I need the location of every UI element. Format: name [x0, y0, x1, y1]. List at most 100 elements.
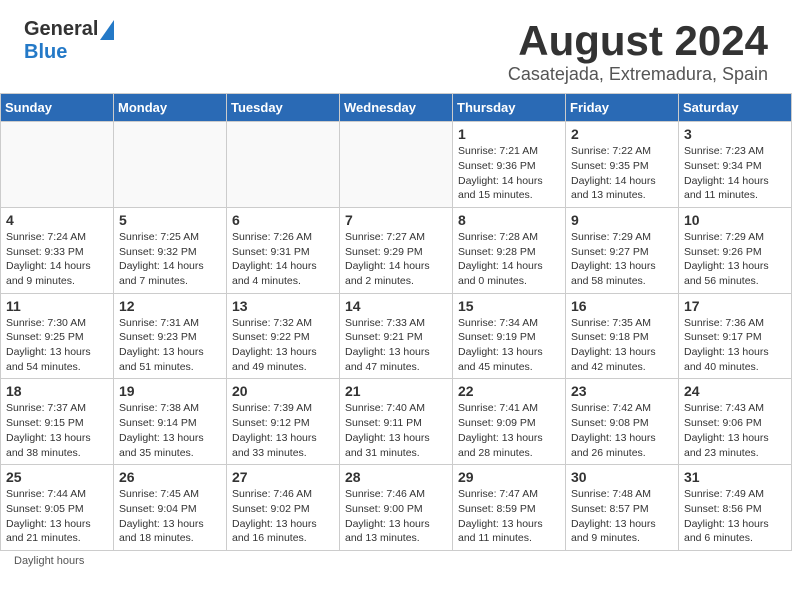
calendar-cell: 30 Sunrise: 7:48 AMSunset: 8:57 PMDayligh…: [566, 465, 679, 551]
day-detail: Sunrise: 7:23 AMSunset: 9:34 PMDaylight:…: [684, 144, 786, 203]
weekday-thursday: Thursday: [453, 94, 566, 122]
day-detail: Sunrise: 7:29 AMSunset: 9:27 PMDaylight:…: [571, 230, 673, 289]
calendar-cell: 4Sunrise: 7:24 AMSunset: 9:33 PMDaylight…: [1, 207, 114, 293]
day-number: 5: [119, 212, 221, 228]
calendar-cell: 26 Sunrise: 7:45 AMSunset: 9:04 PMDayligh…: [114, 465, 227, 551]
day-number: 31: [684, 469, 786, 485]
day-detail: Sunrise: 7:38 AMSunset: 9:14 PMDaylight:…: [119, 401, 221, 460]
calendar-cell: 25 Sunrise: 7:44 AMSunset: 9:05 PMDayligh…: [1, 465, 114, 551]
day-number: 25: [6, 469, 108, 485]
day-detail: Sunrise: 7:40 AMSunset: 9:11 PMDaylight:…: [345, 401, 447, 460]
day-number: 20: [232, 383, 334, 399]
day-number: 14: [345, 298, 447, 314]
calendar-cell: 17 Sunrise: 7:36 AMSunset: 9:17 PMDayligh…: [679, 293, 792, 379]
day-number: 13: [232, 298, 334, 314]
day-detail: Sunrise: 7:30 AMSunset: 9:25 PMDaylight:…: [6, 316, 108, 375]
week-row-4: 18 Sunrise: 7:37 AMSunset: 9:15 PMDayligh…: [1, 379, 792, 465]
logo-blue: Blue: [24, 41, 67, 63]
weekday-friday: Friday: [566, 94, 679, 122]
calendar-cell: 29 Sunrise: 7:47 AMSunset: 8:59 PMDayligh…: [453, 465, 566, 551]
day-number: 12: [119, 298, 221, 314]
calendar-cell: 1 Sunrise: 7:21 AMSunset: 9:36 PMDaylight…: [453, 122, 566, 208]
day-detail: Sunrise: 7:37 AMSunset: 9:15 PMDaylight:…: [6, 401, 108, 460]
day-detail: Sunrise: 7:31 AMSunset: 9:23 PMDaylight:…: [119, 316, 221, 375]
calendar-cell: 5Sunrise: 7:25 AMSunset: 9:32 PMDaylight…: [114, 207, 227, 293]
calendar-cell: [227, 122, 340, 208]
week-row-1: 1 Sunrise: 7:21 AMSunset: 9:36 PMDaylight…: [1, 122, 792, 208]
day-detail: Sunrise: 7:28 AMSunset: 9:28 PMDaylight:…: [458, 230, 560, 289]
page-header: General Blue August 2024 Casatejada, Ext…: [0, 0, 792, 93]
day-number: 17: [684, 298, 786, 314]
day-number: 4: [6, 212, 108, 228]
title-block: August 2024 Casatejada, Extremadura, Spa…: [508, 18, 768, 85]
calendar-cell: 2 Sunrise: 7:22 AMSunset: 9:35 PMDaylight…: [566, 122, 679, 208]
weekday-tuesday: Tuesday: [227, 94, 340, 122]
calendar-cell: 11 Sunrise: 7:30 AMSunset: 9:25 PMDayligh…: [1, 293, 114, 379]
day-number: 29: [458, 469, 560, 485]
day-number: 6: [232, 212, 334, 228]
calendar-cell: 24 Sunrise: 7:43 AMSunset: 9:06 PMDayligh…: [679, 379, 792, 465]
day-detail: Sunrise: 7:34 AMSunset: 9:19 PMDaylight:…: [458, 316, 560, 375]
day-number: 19: [119, 383, 221, 399]
calendar-cell: 3 Sunrise: 7:23 AMSunset: 9:34 PMDaylight…: [679, 122, 792, 208]
day-detail: Sunrise: 7:27 AMSunset: 9:29 PMDaylight:…: [345, 230, 447, 289]
day-number: 9: [571, 212, 673, 228]
calendar-cell: 27Sunrise: 7:46 AMSunset: 9:02 PMDayligh…: [227, 465, 340, 551]
day-detail: Sunrise: 7:43 AMSunset: 9:06 PMDaylight:…: [684, 401, 786, 460]
logo-general: General: [24, 18, 98, 41]
day-number: 26: [119, 469, 221, 485]
day-number: 18: [6, 383, 108, 399]
day-detail: Sunrise: 7:48 AMSunset: 8:57 PMDaylight:…: [571, 487, 673, 546]
calendar-cell: 6 Sunrise: 7:26 AMSunset: 9:31 PMDaylight…: [227, 207, 340, 293]
calendar-cell: 7Sunrise: 7:27 AMSunset: 9:29 PMDaylight…: [340, 207, 453, 293]
day-number: 30: [571, 469, 673, 485]
calendar-cell: [114, 122, 227, 208]
day-number: 2: [571, 126, 673, 142]
day-detail: Sunrise: 7:49 AMSunset: 8:56 PMDaylight:…: [684, 487, 786, 546]
calendar-location: Casatejada, Extremadura, Spain: [508, 64, 768, 85]
calendar-cell: 13Sunrise: 7:32 AMSunset: 9:22 PMDayligh…: [227, 293, 340, 379]
day-detail: Sunrise: 7:45 AMSunset: 9:04 PMDaylight:…: [119, 487, 221, 546]
day-number: 16: [571, 298, 673, 314]
day-detail: Sunrise: 7:46 AMSunset: 9:00 PMDaylight:…: [345, 487, 447, 546]
day-detail: Sunrise: 7:26 AMSunset: 9:31 PMDaylight:…: [232, 230, 334, 289]
day-number: 23: [571, 383, 673, 399]
day-number: 10: [684, 212, 786, 228]
calendar-cell: 10Sunrise: 7:29 AMSunset: 9:26 PMDayligh…: [679, 207, 792, 293]
day-number: 11: [6, 298, 108, 314]
calendar-cell: 23Sunrise: 7:42 AMSunset: 9:08 PMDayligh…: [566, 379, 679, 465]
day-number: 8: [458, 212, 560, 228]
calendar-cell: 22 Sunrise: 7:41 AMSunset: 9:09 PMDayligh…: [453, 379, 566, 465]
day-number: 1: [458, 126, 560, 142]
logo-triangle-icon: [100, 20, 114, 40]
calendar-cell: 8 Sunrise: 7:28 AMSunset: 9:28 PMDaylight…: [453, 207, 566, 293]
calendar-cell: 16 Sunrise: 7:35 AMSunset: 9:18 PMDayligh…: [566, 293, 679, 379]
day-detail: Sunrise: 7:22 AMSunset: 9:35 PMDaylight:…: [571, 144, 673, 203]
week-row-3: 11 Sunrise: 7:30 AMSunset: 9:25 PMDayligh…: [1, 293, 792, 379]
calendar-cell: 15Sunrise: 7:34 AMSunset: 9:19 PMDayligh…: [453, 293, 566, 379]
calendar-cell: 28Sunrise: 7:46 AMSunset: 9:00 PMDayligh…: [340, 465, 453, 551]
footer-note: Daylight hours: [0, 551, 792, 575]
day-detail: Sunrise: 7:21 AMSunset: 9:36 PMDaylight:…: [458, 144, 560, 203]
day-number: 21: [345, 383, 447, 399]
day-detail: Sunrise: 7:44 AMSunset: 9:05 PMDaylight:…: [6, 487, 108, 546]
weekday-sunday: Sunday: [1, 94, 114, 122]
weekday-monday: Monday: [114, 94, 227, 122]
calendar-cell: 20Sunrise: 7:39 AMSunset: 9:12 PMDayligh…: [227, 379, 340, 465]
day-detail: Sunrise: 7:41 AMSunset: 9:09 PMDaylight:…: [458, 401, 560, 460]
day-number: 24: [684, 383, 786, 399]
day-detail: Sunrise: 7:33 AMSunset: 9:21 PMDaylight:…: [345, 316, 447, 375]
calendar-cell: 21 Sunrise: 7:40 AMSunset: 9:11 PMDayligh…: [340, 379, 453, 465]
weekday-saturday: Saturday: [679, 94, 792, 122]
day-detail: Sunrise: 7:35 AMSunset: 9:18 PMDaylight:…: [571, 316, 673, 375]
calendar-cell: 18 Sunrise: 7:37 AMSunset: 9:15 PMDayligh…: [1, 379, 114, 465]
calendar-cell: [1, 122, 114, 208]
calendar-title: August 2024: [508, 18, 768, 64]
weekday-header-row: SundayMondayTuesdayWednesdayThursdayFrid…: [1, 94, 792, 122]
day-detail: Sunrise: 7:36 AMSunset: 9:17 PMDaylight:…: [684, 316, 786, 375]
day-number: 22: [458, 383, 560, 399]
day-detail: Sunrise: 7:47 AMSunset: 8:59 PMDaylight:…: [458, 487, 560, 546]
day-number: 3: [684, 126, 786, 142]
logo: General Blue: [24, 18, 114, 64]
weekday-wednesday: Wednesday: [340, 94, 453, 122]
